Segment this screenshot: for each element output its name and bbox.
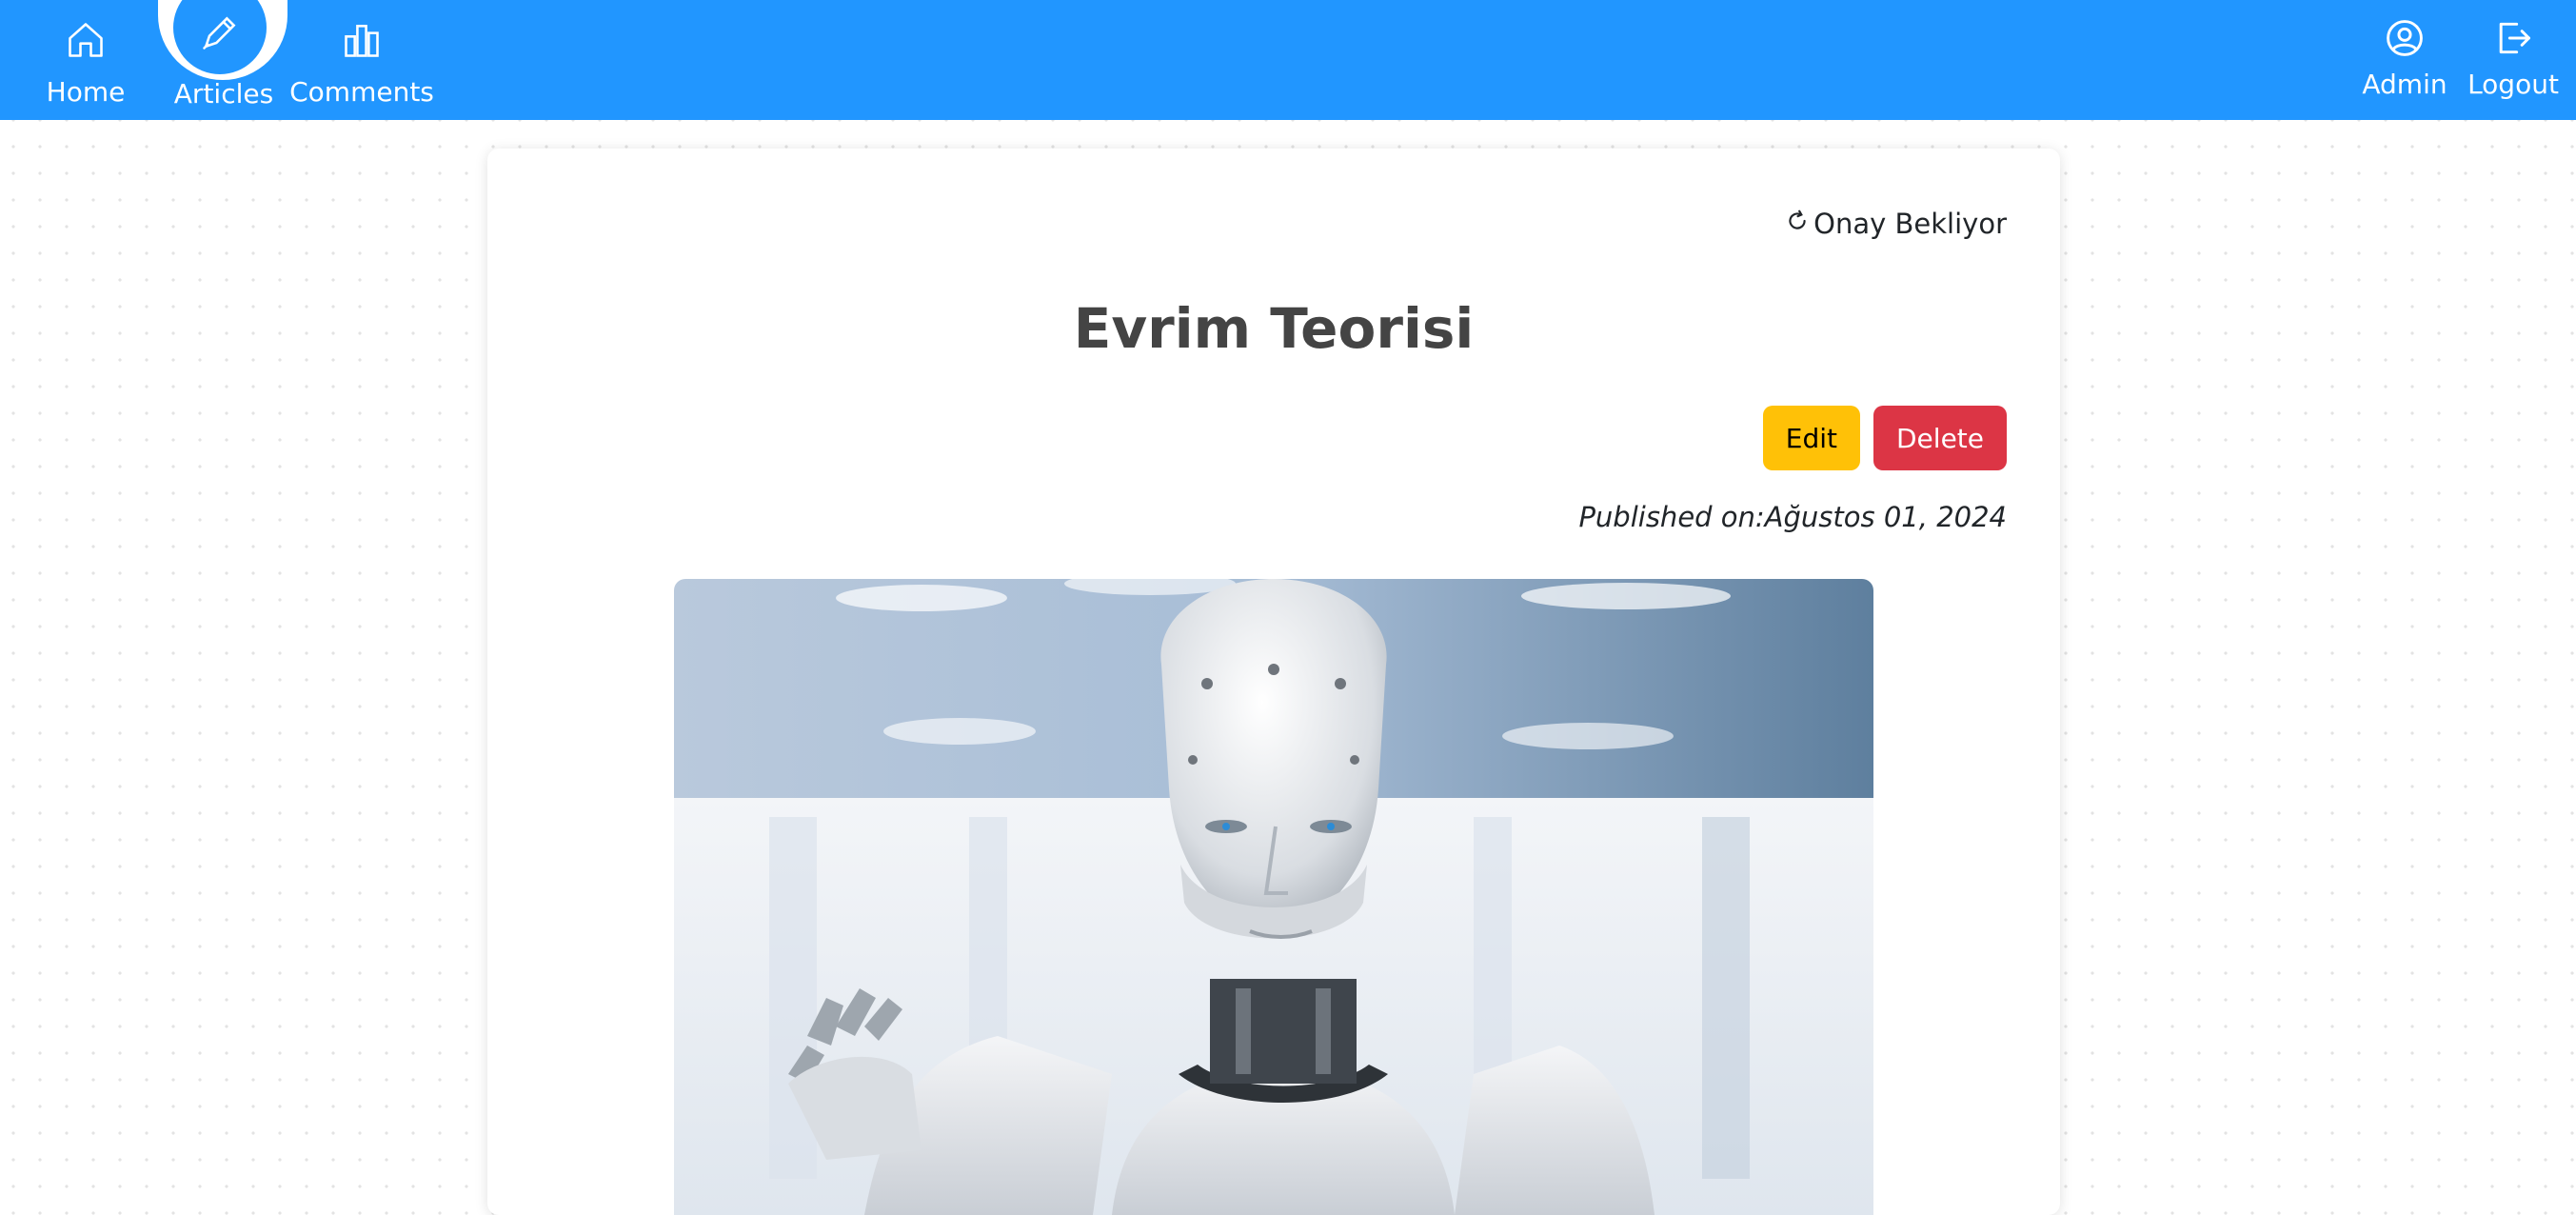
nav-logout[interactable]: Logout <box>2466 0 2561 120</box>
nav-admin-label: Admin <box>2362 69 2447 100</box>
nav-comments[interactable]: Comments <box>289 0 434 120</box>
logout-icon <box>2492 17 2534 59</box>
humanoid-robot-image <box>674 579 1873 1215</box>
bar-chart-icon <box>341 19 383 61</box>
home-icon <box>65 19 107 61</box>
article-image <box>674 579 1873 1215</box>
article-title: Evrim Teorisi <box>1073 296 1475 361</box>
delete-button[interactable]: Delete <box>1873 406 2007 470</box>
published-date: Published on:Ağustos 01, 2024 <box>1578 501 2007 533</box>
article-card: Onay Bekliyor Evrim Teorisi Edit Delete … <box>487 149 2060 1215</box>
approval-status-label: Onay Bekliyor <box>1813 208 2007 240</box>
nav-home-label: Home <box>46 76 126 108</box>
top-navbar: Home Articles Comments Admin Logout <box>0 0 2576 120</box>
nav-home[interactable]: Home <box>38 0 133 120</box>
refresh-icon <box>1785 208 1810 240</box>
edit-button[interactable]: Edit <box>1762 406 1860 470</box>
nav-articles[interactable]: Articles <box>167 0 281 120</box>
user-circle-icon <box>2384 17 2426 59</box>
nav-articles-label: Articles <box>173 78 274 110</box>
approval-status: Onay Bekliyor <box>1785 208 2007 240</box>
nav-logout-label: Logout <box>2467 69 2559 100</box>
article-actions: Edit Delete <box>1762 406 2007 470</box>
nav-comments-label: Comments <box>289 76 434 108</box>
nav-admin[interactable]: Admin <box>2357 0 2452 120</box>
